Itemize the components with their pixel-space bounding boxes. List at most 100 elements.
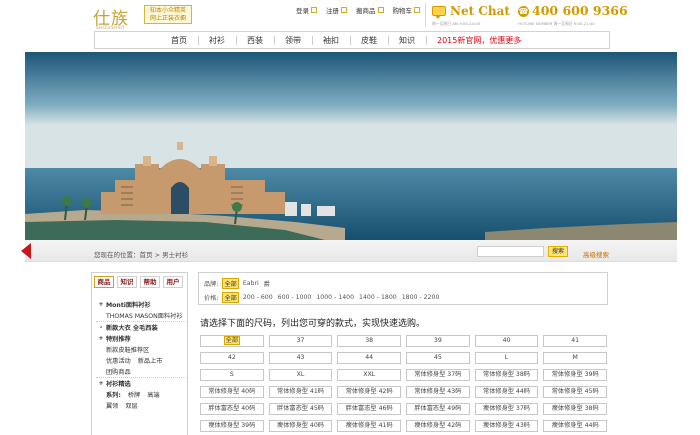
list-item[interactable]: - 新款大衣 全毛西装 xyxy=(96,321,186,332)
size-button[interactable]: 常体修身型 37码 xyxy=(406,369,470,381)
advanced-search-link[interactable]: 高级搜索 xyxy=(583,249,609,259)
list-item-label-2[interactable]: 新品上市 xyxy=(138,356,163,365)
list-item-label[interactable]: 优惠活动 xyxy=(106,356,131,365)
size-button[interactable]: 43 xyxy=(268,352,333,364)
size-button[interactable]: XXL xyxy=(337,369,402,381)
size-button[interactable]: 瘦体修身型 38码 xyxy=(543,403,608,415)
prev-arrow-icon[interactable] xyxy=(21,243,31,259)
size-button[interactable]: 胖体富态型 46码 xyxy=(337,403,402,415)
sidebar-category-list: + Monti面料衬衫 THOMAS MASON面料衬衫 - 新款大衣 全毛西装 +… xyxy=(96,299,186,411)
size-button[interactable]: 42 xyxy=(200,352,264,364)
size-button[interactable]: 瘦体修身型 43码 xyxy=(474,420,539,432)
size-button[interactable]: 41 xyxy=(543,335,608,347)
tab-user[interactable]: 用户 xyxy=(163,276,183,288)
brand-all-option[interactable]: 全部 xyxy=(222,278,239,289)
size-button[interactable]: 40 xyxy=(474,335,539,347)
size-button[interactable]: 瘦体修身型 42码 xyxy=(406,420,470,432)
nav-cufflinks[interactable]: 袖扣 xyxy=(312,35,350,46)
phone-icon: ☎ xyxy=(518,6,529,17)
list-item[interactable]: + 衬衫精选 xyxy=(96,377,186,388)
hero-banner[interactable] xyxy=(25,52,677,240)
brand-option[interactable]: Eabri xyxy=(243,280,259,287)
tab-products[interactable]: 商品 xyxy=(94,276,114,288)
tab-knowledge[interactable]: 知识 xyxy=(117,276,137,288)
size-button[interactable]: S xyxy=(200,369,264,381)
size-button[interactable]: 瘦体修身型 37码 xyxy=(474,403,539,415)
size-button[interactable]: 胖体富态型 45码 xyxy=(268,403,333,415)
list-item[interactable]: 新款皮鞋推荐区 xyxy=(96,344,186,355)
list-item[interactable]: THOMAS MASON面料衬衫 xyxy=(96,310,186,321)
nav-shirts[interactable]: 衬衫 xyxy=(198,35,236,46)
nav-promo-link[interactable]: 2015新官网，优惠更多 xyxy=(426,35,532,46)
price-option[interactable]: 1000 - 1400 xyxy=(316,294,354,301)
breadcrumb-home[interactable]: 首页 xyxy=(140,251,153,259)
category-sidebar: 商品 知识 帮助 用户 + Monti面料衬衫 THOMAS MASON面料衬衫 … xyxy=(91,272,188,435)
brand-option[interactable]: 爵 xyxy=(264,279,270,288)
list-item-label: 系列: xyxy=(106,391,121,399)
search-input[interactable] xyxy=(477,246,544,257)
price-option[interactable]: 1800 - 2200 xyxy=(402,294,440,301)
size-button[interactable]: 常体修身型 44码 xyxy=(474,386,539,398)
price-all-option[interactable]: 全部 xyxy=(222,292,239,303)
size-row: 常体修身型 40码 常体修身型 41码 常体修身型 42码 常体修身型 43码 … xyxy=(200,386,608,398)
sidebar-tabs: 商品 知识 帮助 用户 xyxy=(94,276,183,288)
size-button[interactable]: 常体修身型 39码 xyxy=(543,369,608,381)
expand-icon[interactable]: + xyxy=(96,335,106,342)
list-item-label[interactable]: 翼领 xyxy=(106,401,118,410)
list-item[interactable]: 团购商品 xyxy=(96,366,186,377)
expand-icon[interactable]: + xyxy=(96,380,106,387)
size-button[interactable]: L xyxy=(474,352,539,364)
list-item[interactable]: 优惠活动 新品上市 xyxy=(96,355,186,366)
net-chat-link[interactable]: Net Chat 周一至周日 AM 9:00-24:00 xyxy=(432,4,514,28)
nav-knowledge[interactable]: 知识 xyxy=(388,35,426,46)
breadcrumb-separator: > xyxy=(152,251,163,259)
nav-suits[interactable]: 西装 xyxy=(236,35,274,46)
nav-home[interactable]: 首页 xyxy=(160,35,198,46)
register-label: 注册 xyxy=(326,7,339,15)
list-item[interactable]: + 特别推荐 xyxy=(96,333,186,344)
collapse-icon[interactable]: - xyxy=(96,324,106,331)
list-item-label-2[interactable]: 双层 xyxy=(125,401,137,410)
tab-help[interactable]: 帮助 xyxy=(140,276,160,288)
size-button[interactable]: 瘦体修身型 39码 xyxy=(200,420,264,432)
list-item[interactable]: 翼领 双层 xyxy=(96,400,186,411)
register-link[interactable]: 注册 xyxy=(326,5,347,15)
size-button[interactable]: 瘦体修身型 40码 xyxy=(268,420,333,432)
size-button[interactable]: 45 xyxy=(406,352,470,364)
saved-items-link[interactable]: 搬商品 xyxy=(356,5,384,15)
list-item[interactable]: + Monti面料衬衫 xyxy=(96,299,186,310)
size-button[interactable]: M xyxy=(543,352,608,364)
cart-link[interactable]: 购物车 xyxy=(393,5,420,15)
size-button[interactable]: 常体修身型 40码 xyxy=(200,386,264,398)
search-button[interactable]: 搜索 xyxy=(548,246,568,257)
size-button[interactable]: 常体修身型 43码 xyxy=(406,386,470,398)
nav-ties[interactable]: 领带 xyxy=(274,35,312,46)
size-button[interactable]: 常体修身型 45码 xyxy=(543,386,608,398)
list-item[interactable]: 系列: 桥牌 高端 xyxy=(96,389,186,400)
price-option[interactable]: 600 - 1000 xyxy=(278,294,312,301)
list-item-label-2[interactable]: 桥牌 xyxy=(128,390,140,399)
size-button[interactable]: 胖体富态型 40码 xyxy=(200,403,264,415)
price-option[interactable]: 200 - 600 xyxy=(243,294,273,301)
size-button[interactable]: XL xyxy=(268,369,333,381)
size-button[interactable]: 44 xyxy=(337,352,402,364)
brand-filter: 品牌: 全部 Eabri 爵 xyxy=(204,278,275,289)
price-option[interactable]: 1400 - 1800 xyxy=(359,294,397,301)
size-button[interactable]: 胖体富态型 49码 xyxy=(406,403,470,415)
size-button[interactable]: 39 xyxy=(406,335,470,347)
hotline: ☎ 400 600 9366 HOTLINE NUMBER 周一至周日 9:00… xyxy=(518,3,628,28)
expand-icon[interactable]: + xyxy=(96,301,106,308)
list-item-label-3[interactable]: 高端 xyxy=(147,390,159,399)
size-button[interactable]: 常体修身型 42码 xyxy=(337,386,402,398)
breadcrumb-current[interactable]: 男士衬衫 xyxy=(162,251,188,259)
login-link[interactable]: 登录 xyxy=(296,5,317,15)
list-item-label: 新款皮鞋推荐区 xyxy=(106,346,150,354)
size-button[interactable]: 常体修身型 41码 xyxy=(268,386,333,398)
size-all-button[interactable]: 全部 xyxy=(200,335,264,347)
size-button[interactable]: 瘦体修身型 44码 xyxy=(543,420,608,432)
size-button[interactable]: 38 xyxy=(337,335,402,347)
nav-shoes[interactable]: 皮鞋 xyxy=(350,35,388,46)
size-button[interactable]: 常体修身型 38码 xyxy=(474,369,539,381)
size-button[interactable]: 37 xyxy=(268,335,333,347)
size-button[interactable]: 瘦体修身型 41码 xyxy=(337,420,402,432)
